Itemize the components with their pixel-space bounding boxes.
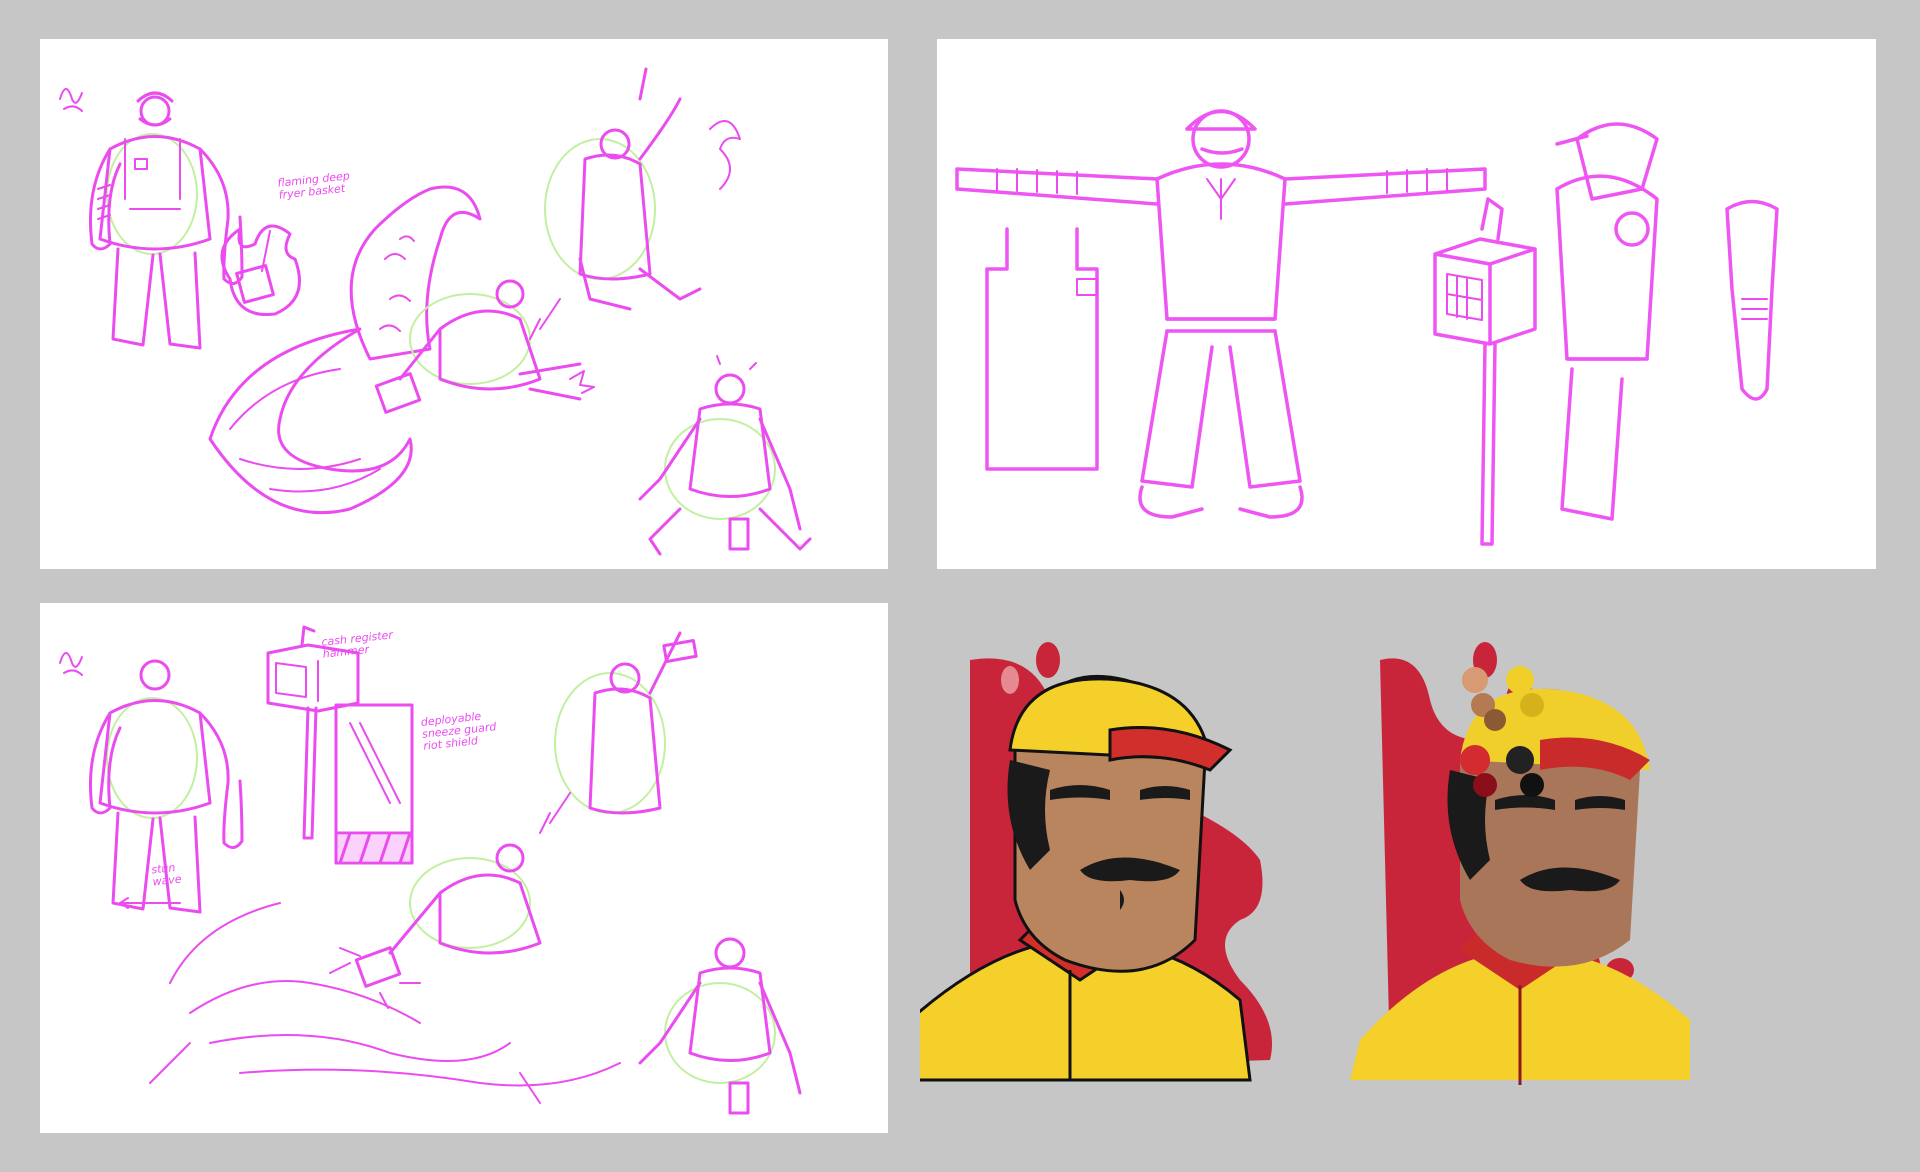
dazed-figure-sketch-2 (638, 937, 802, 1115)
portrait-art (920, 642, 1690, 1085)
apron-sketch (985, 227, 1099, 471)
turnaround-panel (937, 39, 1876, 569)
note-stun-wave: stun wave (150, 861, 183, 889)
leaping-figure-sketch-2 (539, 631, 698, 834)
side-view-figure (1555, 122, 1659, 521)
color-portraits-panel (920, 640, 1880, 1100)
t-pose-figure (955, 109, 1487, 519)
flaming-fryer-basket-sketch (220, 224, 301, 317)
turnaround-sketches (955, 109, 1779, 546)
artist-signature-2 (59, 652, 83, 676)
standing-figure-sketch (89, 91, 244, 350)
stun-wave-lines (119, 897, 621, 1104)
arm-detail-sketch (1725, 199, 1779, 401)
sketch-panel-weapons: cash register hammer deployable sneeze g… (40, 603, 888, 1133)
attack-sketches (59, 67, 812, 556)
cash-register-hammer-concept (266, 625, 360, 840)
ground-slam-figure-2 (329, 843, 542, 1009)
artist-signature (59, 88, 83, 112)
sketch-panel-attacks: flaming deep fryer basket (40, 39, 888, 569)
sneeze-guard-shield-concept (334, 703, 414, 865)
cash-register-hammer-sketch (1433, 197, 1537, 546)
flame-slam-sketch (208, 185, 595, 515)
leaping-figure-sketch (529, 67, 741, 340)
dazed-figure-sketch (638, 355, 812, 556)
